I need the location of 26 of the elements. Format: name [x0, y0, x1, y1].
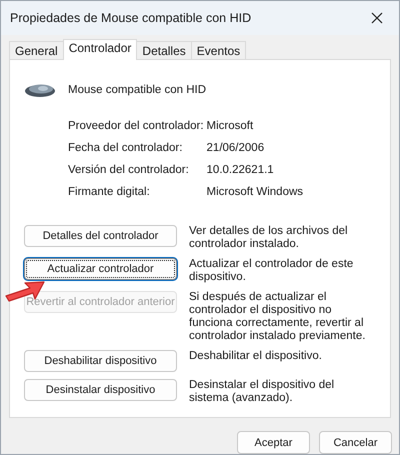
action-description: Deshabilitar el dispositivo. [189, 350, 323, 363]
action-button[interactable]: Deshabilitar dispositivo [24, 350, 177, 372]
action-button[interactable]: Desinstalar dispositivo [24, 379, 177, 401]
tab[interactable]: General [9, 41, 64, 59]
action-description: Desinstalar el dispositivo del sistema (avanzado). [189, 379, 336, 405]
dialog-button[interactable]: Aceptar [237, 431, 310, 454]
action-button[interactable]: Detalles del controlador [24, 225, 177, 247]
close-icon [371, 12, 383, 24]
window-title: Propiedades de Mouse compatible con HID [10, 11, 252, 25]
tab[interactable]: Eventos [190, 41, 246, 59]
action-description: Actualizar el controlador de este dispositivo. [189, 258, 354, 284]
field-value: 10.0.22621.1 [206, 163, 275, 177]
tab[interactable]: Controlador [62, 39, 138, 60]
field-label: Fecha del controlador: [68, 141, 184, 155]
field-label: Firmante digital: [68, 185, 151, 199]
dialog-button[interactable]: Cancelar [319, 431, 392, 454]
field-label: Proveedor del controlador: [68, 119, 204, 133]
action-button[interactable]: Actualizar controlador [24, 258, 177, 280]
field-value: Microsoft [206, 119, 254, 133]
field-label: Versión del controlador: [68, 163, 190, 177]
device-name: Mouse compatible con HID [68, 83, 206, 97]
field-value: 21/06/2006 [206, 141, 266, 155]
action-description: Si después de actualizar el controlador el dispositivo no funciona correctamente, revertir al controlador instalado previamente. [189, 291, 366, 343]
field-value: Microsoft Windows [206, 185, 304, 199]
action-description: Ver detalles de los archivos del controlador instalado. [189, 225, 349, 251]
mouse-icon [24, 82, 56, 98]
